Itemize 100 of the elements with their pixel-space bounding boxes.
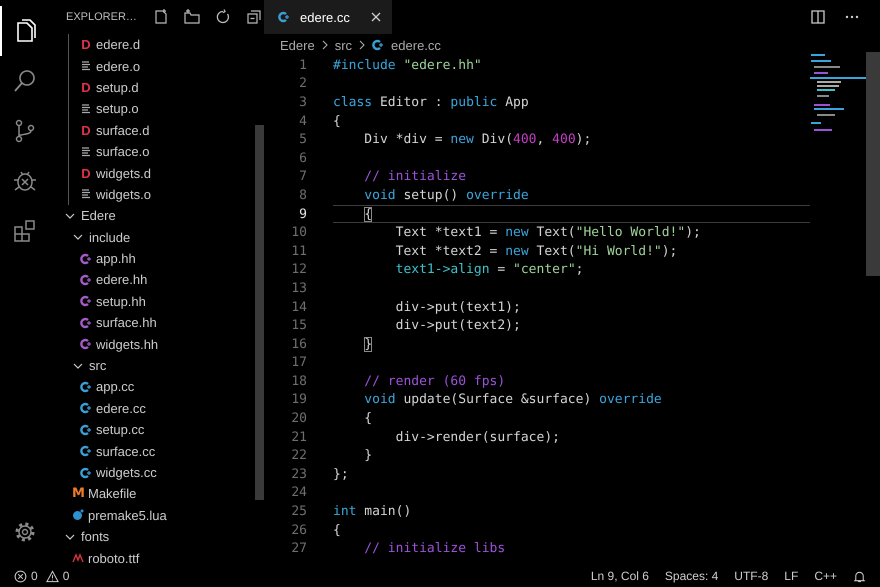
code-line: // initialize [363,168,468,186]
font-icon [72,552,84,564]
search-icon [12,68,38,94]
file-label[interactable]: app.cc [96,379,134,394]
code-line: int main() [333,503,412,521]
breadcrumb-item[interactable]: Edere [280,38,315,52]
line-number: 26 [290,522,307,538]
scrollbar[interactable] [255,125,264,500]
code-line: text1->align = "center"; [394,261,584,280]
file-label[interactable]: premake5.lua [88,508,167,523]
code-line: Text *text2 = new Text("Hi World!"); [394,242,678,261]
code-line: // initialize libs [363,540,506,558]
code-line: void update(Surface &surface) override [363,391,663,410]
folder-label[interactable]: src [89,358,106,374]
lines-icon [80,60,92,72]
code-line: #include "edere.hh" [333,56,483,75]
code-line: { [333,522,342,540]
code-line: Text *text1 = new Text("Hello World!"); [394,224,702,242]
code-line: div->put(text2); [394,317,522,335]
split-editor-icon[interactable] [810,9,826,25]
line-number: 18 [290,374,307,389]
code-line: { [363,410,374,428]
warning-icon[interactable] [46,570,59,582]
cpp-icon [80,445,92,458]
new-folder-icon[interactable] [184,9,200,25]
line-number: 23 [290,466,307,482]
file-label[interactable]: edere.d [96,37,140,52]
collapse-all-icon[interactable] [246,9,262,25]
file-label[interactable]: surface.o [96,144,150,160]
file-label[interactable]: edere.o [96,58,140,74]
line-number: 19 [290,392,307,408]
cpp-icon [278,11,290,23]
editor-tab[interactable]: edere.cc [264,0,392,34]
d-glyph-icon: D [80,122,92,138]
line-number: 21 [290,430,307,445]
line-number: 13 [290,280,307,296]
code-line: { [333,112,342,130]
file-label[interactable]: widgets.cc [96,465,157,480]
file-label[interactable]: setup.d [96,80,139,95]
breadcrumb-item[interactable]: edere.cc [391,38,441,52]
bell-icon[interactable] [853,570,866,582]
line-number: 9 [298,206,307,222]
line-number: 3 [298,94,307,110]
code-line: { [333,204,810,224]
cpp-icon [80,274,92,286]
new-file-icon[interactable] [153,9,169,25]
line-number: 24 [290,485,307,500]
breadcrumb-item[interactable]: src [334,38,352,52]
line-number: 15 [290,318,307,334]
status-count[interactable]: 0 [62,569,70,583]
status-count[interactable]: 0 [31,569,38,583]
file-label[interactable]: widgets.d [96,166,151,181]
code-line: }; [333,466,350,484]
cpp-icon [80,252,92,265]
error-icon[interactable] [14,570,27,582]
file-label[interactable]: setup.o [96,101,139,116]
line-number: 4 [298,114,307,129]
file-label[interactable]: setup.hh [96,294,146,309]
line-number: 14 [290,300,307,315]
file-label[interactable]: edere.cc [96,400,146,416]
cpp-icon [80,338,92,350]
file-label[interactable]: surface.cc [96,444,156,459]
file-label[interactable]: app.hh [96,251,136,266]
file-label[interactable]: surface.hh [96,315,157,330]
cpp-icon [80,316,92,329]
folder-label[interactable]: Edere [81,208,116,224]
scrollbar[interactable] [866,52,880,276]
folder-label[interactable]: include [89,230,130,245]
file-label[interactable]: edere.hh [96,272,148,288]
sidebar-title: EXPLORER… [66,11,138,23]
line-number: 27 [290,541,307,556]
file-label[interactable]: widgets.o [96,186,151,202]
code-line: div->put(text1); [394,298,522,316]
file-label[interactable]: widgets.hh [96,336,158,352]
folder-label[interactable]: fonts [81,529,110,544]
file-label[interactable]: roboto.ttf [88,550,140,566]
code-line: } [363,336,374,354]
code-line: } [363,447,374,466]
cpp-icon [80,295,92,308]
blocks-icon [12,218,38,244]
status-item[interactable]: C++ [814,569,837,583]
cpp-icon [372,39,384,51]
status-item[interactable]: UTF-8 [734,569,768,583]
code-line: // render (60 fps) [363,372,506,391]
lines-icon [80,102,92,115]
line-number: 16 [290,336,307,352]
status-item[interactable]: Ln 9, Col 6 [590,569,649,583]
file-label[interactable]: Makefile [88,486,136,502]
line-number: 22 [290,448,307,464]
close-icon[interactable] [370,11,382,23]
status-item[interactable]: Spaces: 4 [664,569,718,583]
file-label[interactable]: setup.cc [96,422,144,438]
lines-icon [80,188,92,200]
minimap-drawing[interactable] [810,52,866,132]
status-item[interactable]: LF [784,569,798,583]
line-number: 25 [290,504,307,520]
d-glyph-icon: D [80,80,92,95]
refresh-icon[interactable] [215,9,231,25]
file-label[interactable]: surface.d [96,122,150,138]
code-line: void setup() override [363,186,530,205]
